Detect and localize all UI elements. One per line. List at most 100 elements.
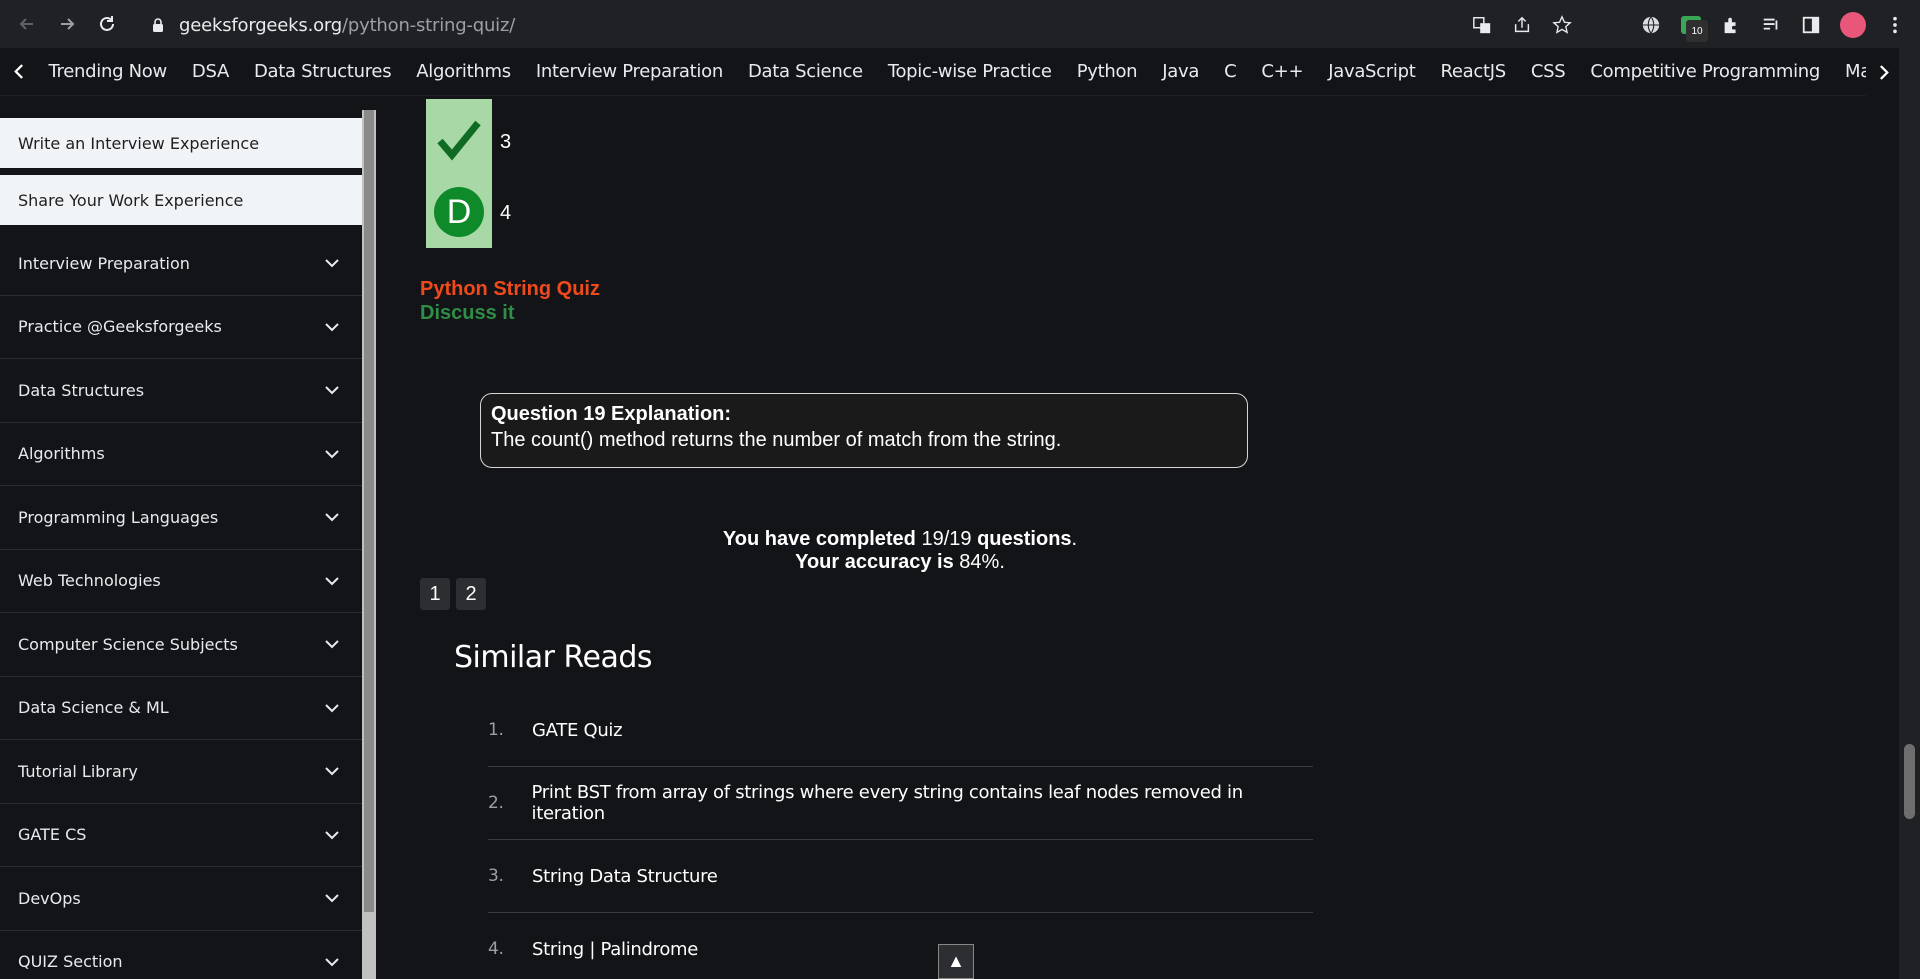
page-scrollbar-thumb[interactable]	[1904, 744, 1915, 819]
accuracy-value: 84%	[959, 551, 1000, 573]
back-to-top-button[interactable]: ▲	[938, 944, 974, 979]
completed-value: 19/19	[921, 528, 972, 550]
nav-item[interactable]: Competitive Programming	[1578, 61, 1833, 82]
sidebar-item[interactable]: Interview Preparation	[0, 232, 362, 296]
puzzle-extensions-icon[interactable]	[1720, 14, 1742, 36]
similar-read-item[interactable]: 4. String | Palindrome	[488, 913, 1313, 979]
completed-suffix: questions	[977, 528, 1072, 550]
profile-avatar[interactable]	[1840, 12, 1866, 38]
address-bar[interactable]: geeksforgeeks.org/python-string-quiz/	[137, 8, 1587, 42]
bookmark-star-icon[interactable]	[1551, 14, 1573, 36]
discuss-link[interactable]: Discuss it	[420, 302, 514, 325]
lock-icon	[153, 18, 163, 32]
sidebar-item[interactable]: Tutorial Library	[0, 740, 362, 804]
sidebar-item-label: Practice @Geeksforgeeks	[18, 317, 222, 337]
site-nav: Trending Now DSA Data Structures Algorithms…	[0, 48, 1920, 96]
sidebar-item[interactable]: Data Structures	[0, 359, 362, 423]
write-interview-experience-link[interactable]: Write an Interview Experience	[0, 118, 362, 168]
forward-arrow-icon	[61, 18, 75, 30]
nav-item[interactable]: CSS	[1518, 61, 1578, 82]
similar-read-item[interactable]: 1. GATE Quiz	[488, 694, 1313, 767]
sidebar-item-label: Computer Science Subjects	[18, 634, 238, 654]
media-queue-icon[interactable]	[1760, 14, 1782, 36]
sidebar-item-label: Algorithms	[18, 444, 105, 464]
nav-item[interactable]: C++	[1249, 61, 1316, 82]
similar-read-title[interactable]: String | Palindrome	[532, 939, 698, 960]
similar-read-title[interactable]: String Data Structure	[532, 866, 718, 887]
sidebar-scrollbar[interactable]	[362, 110, 376, 979]
sidebar-item[interactable]: QUIZ Section	[0, 931, 362, 979]
left-sidebar: Write an Interview Experience Share Your…	[0, 110, 362, 979]
side-panel-icon[interactable]	[1800, 14, 1822, 36]
completed-prefix: You have completed	[722, 528, 916, 550]
nav-item[interactable]: JavaScript	[1316, 61, 1428, 82]
nav-scroll-left[interactable]	[0, 48, 36, 96]
nav-item[interactable]: Algorithms	[404, 61, 524, 82]
similar-reads-list: 1. GATE Quiz 2. Print BST from array of str…	[488, 694, 1313, 979]
nav-item[interactable]: C	[1212, 61, 1249, 82]
quiz-title-link[interactable]: Python String Quiz	[420, 278, 600, 301]
globe-extension-icon[interactable]	[1640, 14, 1662, 36]
nav-item[interactable]: Interview Preparation	[523, 61, 735, 82]
similar-read-number: 4.	[488, 939, 504, 959]
sidebar-scrollbar-thumb[interactable]	[364, 110, 374, 912]
explanation-heading: Question 19 Explanation:	[491, 403, 732, 425]
similar-read-item[interactable]: 2. Print BST from array of strings where …	[488, 767, 1313, 840]
sidebar-item[interactable]: DevOps	[0, 867, 362, 931]
explanation-text: The count() method returns the number of…	[491, 429, 1062, 451]
sidebar-item[interactable]: Algorithms	[0, 423, 362, 486]
nav-item[interactable]: Java	[1150, 61, 1212, 82]
reload-button[interactable]	[87, 4, 127, 44]
similar-read-number: 1.	[488, 720, 504, 740]
chevron-down-icon	[325, 577, 339, 586]
similar-read-title[interactable]: GATE Quiz	[532, 720, 623, 741]
page-2-button[interactable]: 2	[456, 578, 486, 610]
back-arrow-icon	[19, 18, 33, 30]
sidebar-item[interactable]: Programming Languages	[0, 486, 362, 550]
nav-item[interactable]: Trending Now	[36, 61, 179, 82]
page-1-button[interactable]: 1	[420, 578, 450, 610]
quiz-result: You have completed 19/19 questions. Your…	[722, 528, 1078, 573]
back-button[interactable]	[7, 4, 47, 44]
sidebar-item-label: QUIZ Section	[18, 952, 123, 972]
nav-item[interactable]: Topic-wise Practice	[875, 61, 1064, 82]
sidebar-item[interactable]: Practice @Geeksforgeeks	[0, 296, 362, 359]
chevron-down-icon	[325, 513, 339, 522]
chevron-left-icon	[13, 64, 23, 79]
sidebar-item-label: Programming Languages	[18, 507, 219, 527]
translate-icon[interactable]	[1471, 14, 1493, 36]
similar-reads-heading: Similar Reads	[454, 640, 653, 675]
sidebar-item-label: Web Technologies	[18, 571, 161, 591]
page-scrollbar[interactable]	[1899, 48, 1920, 979]
forward-button[interactable]	[47, 4, 87, 44]
chrome-menu-icon[interactable]	[1884, 14, 1906, 36]
sidebar-item-label: Tutorial Library	[18, 761, 138, 781]
url-host: geeksforgeeks.org	[179, 14, 343, 36]
similar-read-item[interactable]: 3. String Data Structure	[488, 840, 1313, 913]
url-text: geeksforgeeks.org/python-string-quiz/	[179, 15, 515, 36]
option-3-label: 3	[500, 131, 512, 153]
nav-scroll-right[interactable]	[1866, 48, 1902, 96]
extension-badge: 10	[1686, 20, 1708, 42]
shield-extension-icon[interactable]: 10	[1680, 14, 1708, 42]
nav-item[interactable]: Data Science	[735, 61, 875, 82]
nav-items: Trending Now DSA Data Structures Algorithms…	[36, 61, 1877, 82]
nav-item[interactable]: Python	[1064, 61, 1150, 82]
chevron-down-icon	[325, 386, 339, 395]
similar-read-number: 3.	[488, 866, 504, 886]
chevron-down-icon	[325, 894, 339, 903]
chevron-down-icon	[325, 640, 339, 649]
checkmark-icon	[437, 120, 481, 161]
sidebar-item[interactable]: GATE CS	[0, 804, 362, 867]
nav-item[interactable]: DSA	[179, 61, 241, 82]
chevron-down-icon	[325, 259, 339, 268]
quiz-pagination: 1 2	[420, 578, 486, 610]
share-icon[interactable]	[1511, 14, 1533, 36]
similar-read-title[interactable]: Print BST from array of strings where ev…	[532, 782, 1313, 824]
share-work-experience-link[interactable]: Share Your Work Experience	[0, 175, 362, 225]
sidebar-item[interactable]: Computer Science Subjects	[0, 613, 362, 677]
nav-item[interactable]: Data Structures	[241, 61, 403, 82]
sidebar-item[interactable]: Data Science & ML	[0, 677, 362, 740]
sidebar-item[interactable]: Web Technologies	[0, 550, 362, 613]
nav-item[interactable]: ReactJS	[1428, 61, 1518, 82]
